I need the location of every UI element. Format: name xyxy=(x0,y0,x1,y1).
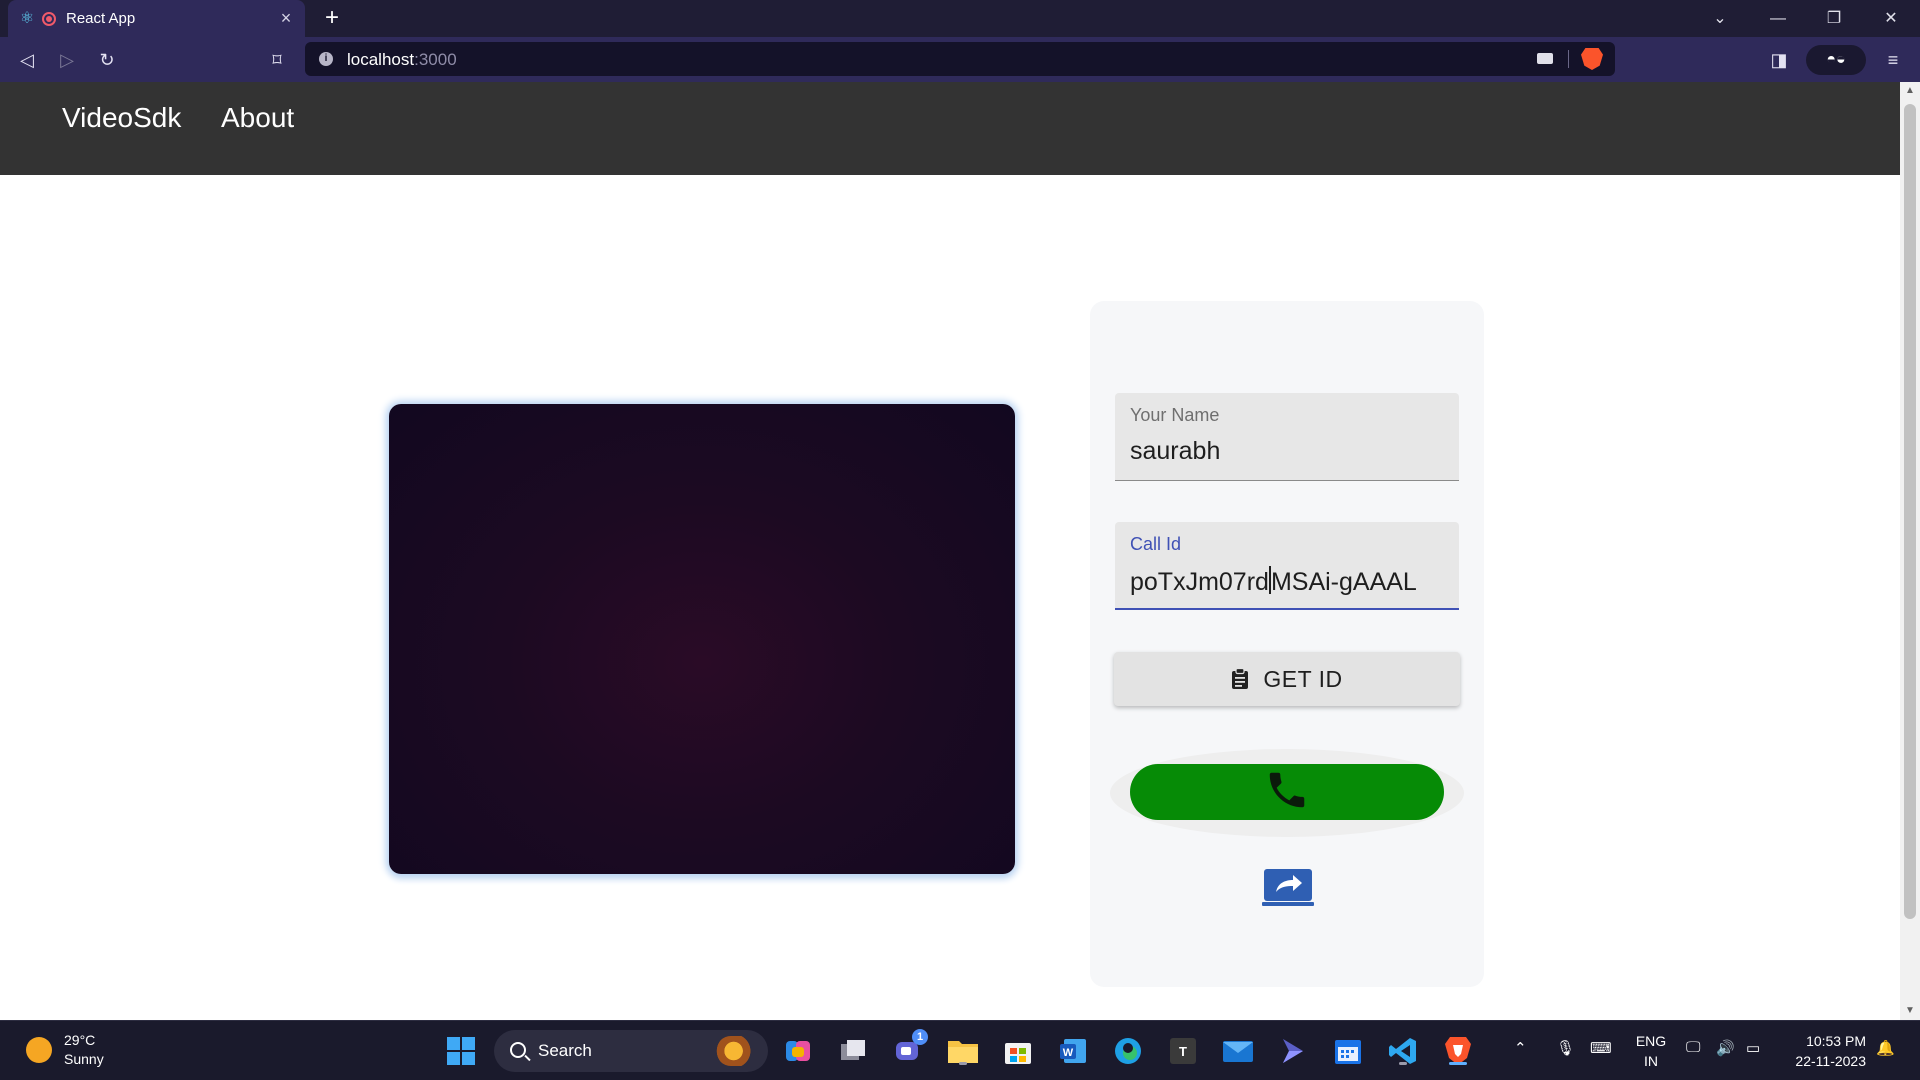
keyboard-icon[interactable]: ⌨ xyxy=(1590,1039,1612,1057)
camera-in-use-icon[interactable] xyxy=(1537,53,1553,64)
name-field[interactable]: Your Name saurabh xyxy=(1115,393,1459,481)
brand-link[interactable]: VideoSdk xyxy=(62,102,181,134)
power-automate-icon[interactable] xyxy=(1275,1033,1311,1069)
mail-icon[interactable] xyxy=(1220,1033,1256,1069)
nav-about-link[interactable]: About xyxy=(221,102,294,134)
search-highlight-icon xyxy=(716,1036,760,1066)
taskbar-search[interactable]: Search xyxy=(494,1030,768,1072)
search-icon xyxy=(510,1042,526,1058)
scroll-down-icon[interactable]: ▼ xyxy=(1900,1002,1920,1020)
browser-toolbar: ◁ ▷ ↻ ⌑ i localhost:3000 ◨ ◓◒ ≡ xyxy=(0,37,1920,82)
call-panel: Your Name saurabh Call Id poTxJm07rdMSAi… xyxy=(1090,301,1484,987)
get-id-label: GET ID xyxy=(1263,665,1343,692)
vscode-icon[interactable] xyxy=(1385,1033,1421,1069)
battery-icon[interactable]: ▭ xyxy=(1746,1039,1760,1057)
clock-time: 10:53 PM xyxy=(1806,1033,1866,1049)
local-video-preview xyxy=(389,404,1015,874)
share-screen-icon xyxy=(1262,869,1314,906)
clipboard-icon xyxy=(1231,668,1249,690)
copilot-icon[interactable] xyxy=(780,1033,816,1069)
back-icon[interactable]: ◁ xyxy=(12,45,42,75)
tab-title: React App xyxy=(66,10,136,27)
call-id-text-before-caret: poTxJm07rd xyxy=(1130,568,1269,596)
url-text[interactable]: localhost:3000 xyxy=(347,50,457,70)
teams-chat-icon[interactable]: 1 xyxy=(890,1029,928,1069)
volume-icon[interactable]: 🔊 xyxy=(1716,1039,1735,1057)
minimize-button[interactable]: — xyxy=(1749,0,1807,37)
call-id-field-label: Call Id xyxy=(1130,534,1182,554)
brave-taskbar-icon[interactable] xyxy=(1440,1033,1476,1069)
close-window-button[interactable]: ✕ xyxy=(1862,0,1920,37)
microsoft-store-icon[interactable] xyxy=(1000,1033,1036,1069)
windows-taskbar: 29°C Sunny Search 1 W T ⌃ 🎙 ⌨ ENG IN 🖵 🔊… xyxy=(0,1020,1920,1080)
new-tab-button[interactable]: + xyxy=(318,4,346,32)
running-indicator xyxy=(1399,1062,1407,1065)
active-indicator xyxy=(1449,1062,1467,1065)
brave-wallet-icon[interactable]: ◓◒ xyxy=(1806,45,1866,75)
weather-desc: Sunny xyxy=(64,1051,104,1067)
running-indicator xyxy=(959,1062,967,1065)
forward-icon[interactable]: ▷ xyxy=(52,45,82,75)
site-info-icon[interactable]: i xyxy=(319,52,333,66)
name-input[interactable]: saurabh xyxy=(1130,437,1220,466)
edge-icon[interactable] xyxy=(1110,1033,1146,1069)
task-view-icon[interactable] xyxy=(835,1033,871,1069)
name-field-label: Your Name xyxy=(1130,405,1220,425)
bookmark-icon[interactable]: ⌑ xyxy=(262,45,292,75)
svg-text:T: T xyxy=(1179,1044,1187,1059)
weather-temp: 29°C xyxy=(64,1032,96,1048)
word-icon[interactable]: W xyxy=(1055,1033,1091,1069)
url-divider xyxy=(1568,50,1569,68)
brave-shields-icon[interactable] xyxy=(1581,48,1603,70)
scroll-up-icon[interactable]: ▲ xyxy=(1900,82,1920,100)
microphone-icon[interactable]: 🎙 xyxy=(1556,1039,1575,1057)
taskbar-search-label: Search xyxy=(538,1041,592,1060)
phone-icon xyxy=(1264,767,1310,818)
windows-start-icon[interactable] xyxy=(443,1033,479,1069)
page-scrollbar[interactable]: ▲ ▼ xyxy=(1900,82,1920,1020)
sidebar-toggle-icon[interactable]: ◨ xyxy=(1764,45,1794,75)
file-explorer-icon[interactable] xyxy=(945,1033,981,1069)
chat-badge: 1 xyxy=(912,1029,928,1045)
weather-widget[interactable]: 29°C Sunny xyxy=(26,1031,104,1069)
svg-text:W: W xyxy=(1063,1047,1074,1059)
reload-icon[interactable]: ↻ xyxy=(92,45,122,75)
get-id-button[interactable]: GET ID xyxy=(1114,652,1460,706)
react-icon: ⚛ xyxy=(19,9,35,27)
web-page: VideoSdk About Your Name saurabh Call Id… xyxy=(0,82,1900,1020)
recording-icon xyxy=(42,11,56,26)
url-port: :3000 xyxy=(414,50,457,69)
browser-tab-bar: ⚛ React App × + ⌄ — ❐ ✕ xyxy=(0,0,1920,37)
show-hidden-icons[interactable]: ⌃ xyxy=(1514,1039,1527,1057)
lang-code: ENG xyxy=(1635,1033,1667,1049)
tab-close-icon[interactable]: × xyxy=(273,8,299,29)
start-call-button[interactable] xyxy=(1130,764,1444,820)
address-bar[interactable]: i localhost:3000 xyxy=(305,42,1615,76)
call-id-text-after-caret: MSAi-gAAAL xyxy=(1270,568,1417,596)
language-indicator[interactable]: ENG IN xyxy=(1634,1031,1668,1071)
share-screen-button[interactable] xyxy=(1262,867,1314,907)
typora-icon[interactable]: T xyxy=(1165,1033,1201,1069)
browser-tab[interactable]: ⚛ React App × xyxy=(8,0,305,37)
clock-date: 22-11-2023 xyxy=(1795,1053,1866,1069)
call-id-input[interactable]: poTxJm07rdMSAi-gAAAL xyxy=(1130,566,1417,597)
url-host: localhost xyxy=(347,50,415,69)
restore-button[interactable]: ❐ xyxy=(1805,0,1863,37)
call-id-field[interactable]: Call Id poTxJm07rdMSAi-gAAAL xyxy=(1115,522,1459,610)
sun-icon xyxy=(26,1037,52,1063)
lang-region: IN xyxy=(1644,1053,1658,1069)
scroll-thumb[interactable] xyxy=(1904,104,1916,919)
tab-search-button[interactable]: ⌄ xyxy=(1691,0,1749,37)
calendar-icon[interactable] xyxy=(1330,1033,1366,1069)
network-icon[interactable]: 🖵 xyxy=(1686,1039,1700,1056)
app-navbar: VideoSdk About xyxy=(0,82,1900,175)
system-clock[interactable]: 10:53 PM 22-11-2023 xyxy=(1780,1031,1866,1071)
menu-icon[interactable]: ≡ xyxy=(1878,45,1908,75)
notification-bell-icon[interactable]: 🔔 xyxy=(1876,1039,1895,1057)
